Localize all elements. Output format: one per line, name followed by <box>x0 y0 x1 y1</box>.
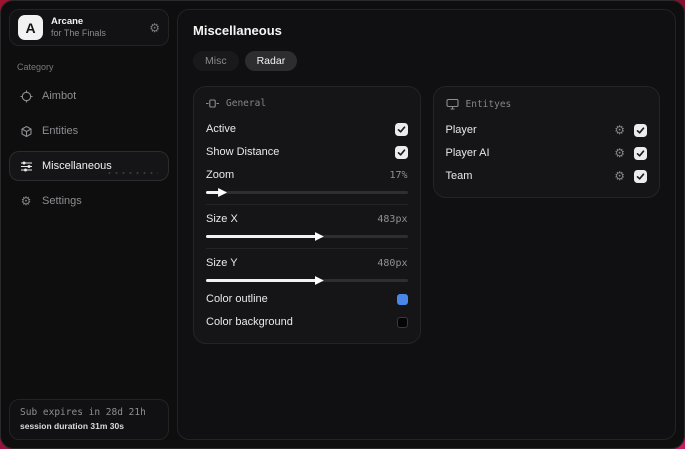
sidebar-nav: Aimbot Entities Miscellaneous ⚙ Settings <box>9 76 169 216</box>
color-outline-row: Color outline <box>206 289 408 309</box>
color-outline-swatch[interactable] <box>396 293 408 305</box>
brand-text: Arcane for The Finals <box>51 15 141 38</box>
size-x-value: 483px <box>377 213 408 225</box>
brand-logo: A <box>18 15 43 40</box>
display-icon <box>206 99 219 108</box>
check-icon <box>636 149 645 157</box>
show-distance-checkbox[interactable] <box>394 145 408 159</box>
entity-label: Player <box>445 124 477 136</box>
slider-fill <box>206 235 317 238</box>
sidebar-item-miscellaneous[interactable]: Miscellaneous <box>9 151 169 181</box>
divider <box>206 204 408 205</box>
zoom-slider[interactable] <box>206 187 408 197</box>
sidebar-item-label: Settings <box>42 195 82 207</box>
slider-track <box>206 191 408 194</box>
sidebar-item-settings[interactable]: ⚙ Settings <box>9 186 169 216</box>
brand-title: Arcane <box>51 15 84 27</box>
brand-subtitle: for The Finals <box>51 27 106 38</box>
size-y-slider[interactable] <box>206 275 408 285</box>
page-title: Miscellaneous <box>193 23 282 38</box>
subscription-expiry: Sub expires in 28d 21h <box>20 407 146 418</box>
slider-thumb[interactable] <box>218 188 228 197</box>
color-outline-label: Color outline <box>206 293 268 305</box>
active-checkbox[interactable] <box>394 122 408 136</box>
entity-label: Team <box>445 170 473 182</box>
desktop-background: { "sidebar": { "brand": { "initial": "A"… <box>0 0 685 449</box>
app-window: A Arcane for The Finals ⚙ Category Aimbo… <box>0 0 685 449</box>
tab-misc[interactable]: Misc <box>193 51 239 71</box>
check-icon <box>397 148 405 156</box>
check-icon <box>636 172 645 180</box>
gear-icon[interactable]: ⚙ <box>614 124 625 136</box>
slider-thumb[interactable] <box>314 276 324 285</box>
size-y-label: Size Y <box>206 257 238 269</box>
crosshair-icon <box>19 89 33 103</box>
divider <box>206 248 408 249</box>
slider-thumb[interactable] <box>314 232 324 241</box>
active-row: Active <box>206 119 408 139</box>
color-background-row: Color background <box>206 312 408 332</box>
entity-checkbox[interactable] <box>634 123 647 137</box>
size-y-row: Size Y 480px <box>206 253 408 273</box>
sidebar-item-aimbot[interactable]: Aimbot <box>9 81 169 111</box>
entity-row-player-ai: Player AI ⚙ <box>445 143 647 163</box>
entities-panel: Entityes Player ⚙ Player AI ⚙ Team ⚙ <box>432 86 660 198</box>
entity-checkbox[interactable] <box>634 169 647 183</box>
entities-panel-title: Entityes <box>465 98 512 110</box>
sidebar-item-label: Miscellaneous <box>42 160 112 172</box>
size-x-row: Size X 483px <box>206 209 408 229</box>
size-x-slider[interactable] <box>206 231 408 241</box>
session-duration: session duration 31m 30s <box>20 421 124 431</box>
tab-bar: Misc Radar <box>193 51 660 71</box>
entity-controls: ⚙ <box>614 123 647 137</box>
brand-card: A Arcane for The Finals ⚙ <box>9 9 169 46</box>
general-panel: General Active Show Distance Zoom 17% Si… <box>193 86 421 344</box>
show-distance-label: Show Distance <box>206 146 280 158</box>
check-icon <box>397 125 405 133</box>
entity-label: Player AI <box>445 147 490 159</box>
entity-row-team: Team ⚙ <box>445 166 647 186</box>
gear-icon[interactable]: ⚙ <box>149 21 160 35</box>
category-label: Category <box>17 62 54 72</box>
panels-row: General Active Show Distance Zoom 17% Si… <box>193 86 660 344</box>
gear-icon: ⚙ <box>20 194 32 208</box>
sidebar: A Arcane for The Finals ⚙ Category Aimbo… <box>1 1 177 448</box>
sliders-icon <box>19 159 33 173</box>
sidebar-item-label: Aimbot <box>42 90 77 102</box>
tab-radar[interactable]: Radar <box>244 51 298 71</box>
gear-icon[interactable]: ⚙ <box>614 170 625 182</box>
color-background-swatch[interactable] <box>396 316 408 328</box>
zoom-row: Zoom 17% <box>206 165 408 185</box>
general-panel-title: General <box>226 98 267 109</box>
general-panel-header: General <box>206 98 408 109</box>
monitor-icon <box>445 98 459 110</box>
entity-row-player: Player ⚙ <box>445 120 647 140</box>
color-background-label: Color background <box>206 316 293 328</box>
entity-controls: ⚙ <box>614 169 647 183</box>
size-x-label: Size X <box>206 213 238 225</box>
subscription-card: Sub expires in 28d 21h session duration … <box>9 399 169 440</box>
gear-icon[interactable]: ⚙ <box>614 147 625 159</box>
dots-decoration <box>106 170 158 176</box>
slider-fill <box>206 279 317 282</box>
sidebar-item-label: Entities <box>42 125 79 137</box>
zoom-value: 17% <box>389 169 408 181</box>
check-icon <box>636 126 645 134</box>
main-content: Miscellaneous Misc Radar General Active <box>177 9 676 440</box>
sidebar-item-entities[interactable]: Entities <box>9 116 169 146</box>
show-distance-row: Show Distance <box>206 142 408 162</box>
active-label: Active <box>206 123 236 135</box>
size-y-value: 480px <box>377 257 408 269</box>
entity-controls: ⚙ <box>614 146 647 160</box>
box-icon <box>19 124 33 138</box>
entity-checkbox[interactable] <box>634 146 647 160</box>
slider-fill <box>206 191 221 194</box>
entities-panel-header: Entityes <box>445 98 648 110</box>
zoom-label: Zoom <box>206 169 235 181</box>
